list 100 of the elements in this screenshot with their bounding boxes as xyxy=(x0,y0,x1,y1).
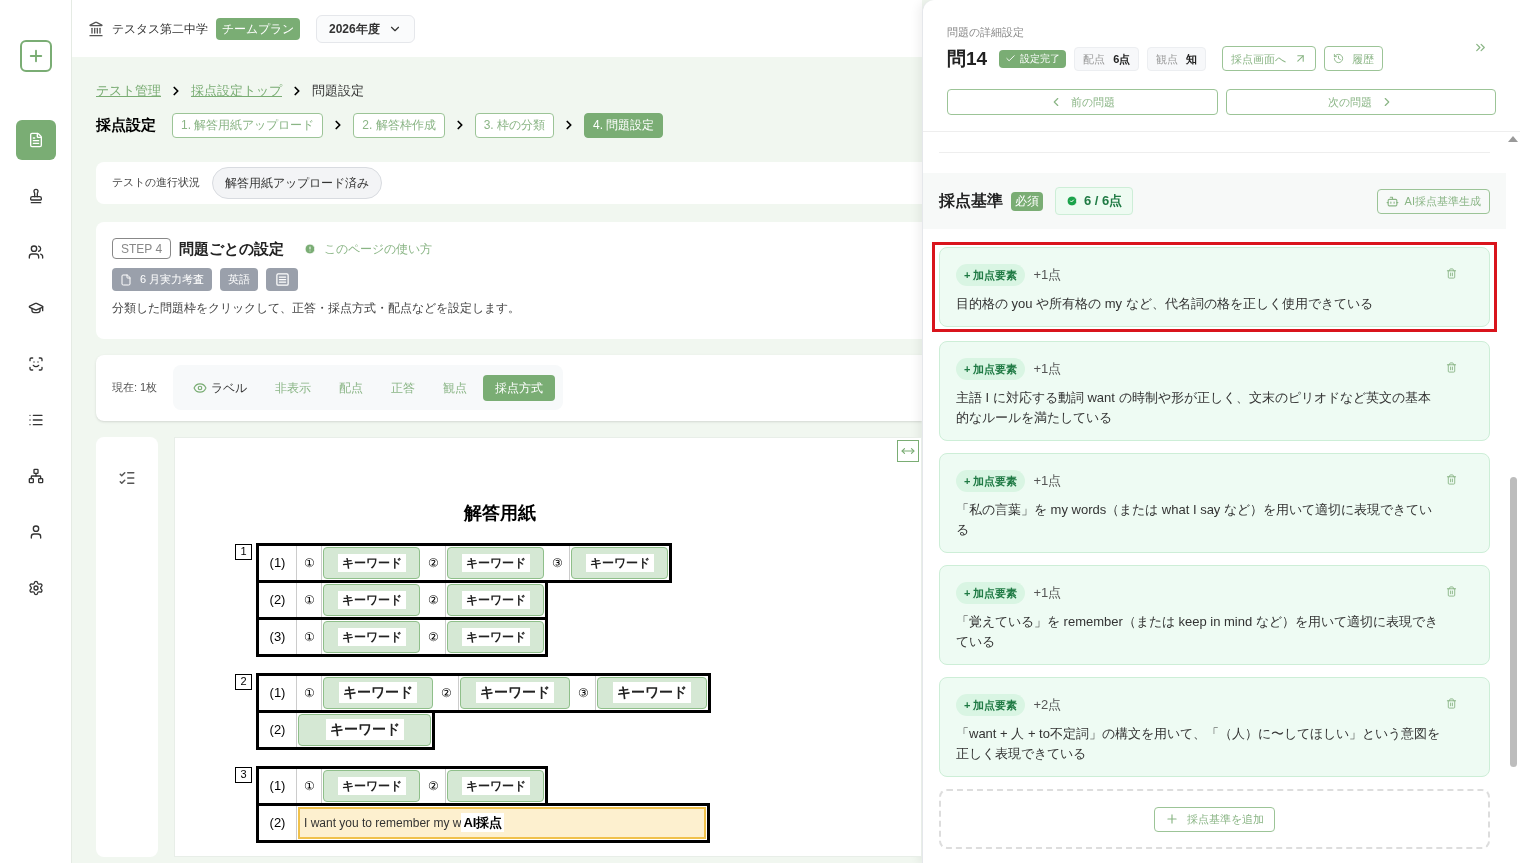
criterion-text: 「覚えている」を remember（または keep in mind など）を用いて適切に表現できている xyxy=(956,613,1439,651)
criterion-points: +2点 xyxy=(1033,696,1062,715)
school-name: テスタス第二中学 xyxy=(112,20,208,38)
keyword-label: キーワード xyxy=(339,682,417,703)
keyword-cell[interactable]: キーワード xyxy=(571,546,668,579)
delete-button[interactable] xyxy=(1446,586,1457,597)
criteria-title: 採点基準 xyxy=(939,191,1003,211)
chip-value: 知 xyxy=(1186,51,1198,67)
keyword-label: キーワード xyxy=(585,553,654,572)
criterion-text: 「私の言葉」を my words（または what I say など）を用いて適切に表現できている xyxy=(956,501,1433,539)
required-badge: 必須 xyxy=(1011,191,1043,211)
keyword-cell[interactable]: キーワード xyxy=(447,583,544,616)
step-title: 問題ごとの設定 xyxy=(179,238,285,259)
sheet-view-button[interactable] xyxy=(266,268,299,291)
delete-button[interactable] xyxy=(1446,362,1457,373)
status-badge: 設定完了 xyxy=(999,49,1067,68)
chip-label: 配点 xyxy=(1083,51,1106,67)
delete-button[interactable] xyxy=(1446,268,1457,279)
criterion-card[interactable]: + 加点要素 +2点 「want + 人 + to不定詞」の構文を用いて、「（人）に〜してほしい」という意図を正しく表現できている xyxy=(939,677,1490,777)
school-icon xyxy=(88,20,104,37)
criterion-tag: + 加点要素 xyxy=(956,264,1026,286)
keyword-label: キーワード xyxy=(461,553,530,572)
keyword-label: キーワード xyxy=(461,590,530,609)
page-title: 採点設定 xyxy=(96,114,156,135)
criterion-points: +1点 xyxy=(1033,584,1062,603)
criterion-card[interactable]: + 加点要素 +1点 主語 I に対応する動詞 want の時制や形が正しく、文末のピリオドなど英文の基本的なルールを満たしている xyxy=(939,341,1490,441)
keyword-label: キーワード xyxy=(476,682,554,703)
new-button[interactable] xyxy=(19,40,52,72)
label-toggle[interactable]: ラベル xyxy=(181,374,260,401)
keyword-label: キーワード xyxy=(613,682,691,703)
criterion-card[interactable]: + 加点要素 +1点 「私の言葉」を my words（または what I say など）を用いて適切に表現できている xyxy=(939,453,1490,553)
history-icon xyxy=(1333,53,1345,65)
step-label: STEP 4 xyxy=(112,238,172,260)
keyword-cell[interactable]: キーワード xyxy=(323,676,433,709)
keyword-cell[interactable]: キーワード xyxy=(597,676,707,709)
chip-value: 6点 xyxy=(1113,51,1131,67)
criterion-text: 「want + 人 + to不定詞」の構文を用いて、「（人）に〜してほしい」という意図を正しく表現できている xyxy=(956,725,1441,763)
delete-button[interactable] xyxy=(1446,474,1457,485)
section-number: 2 xyxy=(235,673,252,690)
answer-text: I want you to remember my w xyxy=(304,814,462,832)
section-number: 3 xyxy=(235,766,252,783)
criterion-tag: + 加点要素 xyxy=(956,470,1026,492)
keyword-cell[interactable]: キーワード xyxy=(447,546,544,579)
breadcrumb-current: 問題設定 xyxy=(312,82,364,100)
chip-label: 観点 xyxy=(1156,51,1179,67)
criterion-card[interactable]: + 加点要素 +1点 「覚えている」を remember（または keep in mind など）を用いて適切に表現できている xyxy=(939,565,1490,665)
fit-width-button[interactable] xyxy=(897,439,919,462)
criterion-tag: + 加点要素 xyxy=(956,582,1026,604)
row-label: (3) xyxy=(259,619,297,654)
criterion-points: +1点 xyxy=(1033,472,1062,491)
scroll-thumb[interactable] xyxy=(1509,477,1517,767)
ai-grading-label: AI採点 xyxy=(461,812,505,833)
question-title: 問14 xyxy=(947,46,988,71)
keyword-label: キーワード xyxy=(337,776,406,795)
settings-icon xyxy=(27,580,44,596)
criterion-tag: + 加点要素 xyxy=(956,694,1026,716)
keyword-cell[interactable]: キーワード xyxy=(323,769,420,802)
criterion-card[interactable]: + 加点要素 +1点 目的格の you や所有格の my など、代名詞の格を正しく使用できている xyxy=(932,242,1497,332)
row-label: (2) xyxy=(259,712,297,747)
tag-label: 英語 xyxy=(228,272,251,288)
list-icon xyxy=(27,412,44,428)
trash-icon xyxy=(1446,362,1457,373)
plus-icon xyxy=(1165,812,1179,826)
answer-cell[interactable]: I want you to remember my w AI採点 xyxy=(298,806,706,839)
keyword-cell[interactable]: キーワード xyxy=(323,546,420,579)
panel-caption: 問題の詳細設定 xyxy=(947,25,1025,40)
criterion-tag: + 加点要素 xyxy=(956,358,1026,380)
document-lines-icon xyxy=(274,272,290,287)
keyword-cell[interactable]: キーワード xyxy=(298,713,431,746)
delete-button[interactable] xyxy=(1446,698,1457,709)
keyword-cell[interactable]: キーワード xyxy=(323,620,420,653)
keyword-cell[interactable]: キーワード xyxy=(447,769,544,802)
scroll-up-icon xyxy=(1508,136,1518,142)
graduation-cap-icon xyxy=(27,300,44,316)
criterion-points: +1点 xyxy=(1033,360,1062,379)
keyword-label: キーワード xyxy=(337,627,406,646)
keyword-cell[interactable]: キーワード xyxy=(323,583,420,616)
status-pill: 解答用紙アップロード済み xyxy=(212,166,382,199)
current-sheet: 現在: 1枚 xyxy=(112,380,158,396)
face-scan-icon xyxy=(27,356,44,372)
year-select[interactable]: 2026年度 xyxy=(316,14,415,43)
tag-label: 6 月実力考査 xyxy=(140,272,205,288)
eye-icon xyxy=(193,380,208,395)
keyword-cell[interactable]: キーワード xyxy=(460,676,570,709)
keyword-label: キーワード xyxy=(337,590,406,609)
network-icon xyxy=(27,468,44,484)
section-number: 1 xyxy=(235,543,252,560)
info-icon xyxy=(304,242,317,255)
row-label: (1) xyxy=(259,545,297,580)
row-label: (1) xyxy=(259,675,297,710)
row-label: (2) xyxy=(259,805,297,840)
row-label: (2) xyxy=(259,582,297,617)
plan-badge: チームプラン xyxy=(216,17,300,40)
check-circle-icon xyxy=(1066,195,1078,207)
trash-icon xyxy=(1446,586,1457,597)
keyword-label: キーワード xyxy=(337,553,406,572)
progress-label: テストの進行状況 xyxy=(112,175,200,191)
row-label: (1) xyxy=(259,768,297,803)
keyword-label: キーワード xyxy=(461,627,530,646)
keyword-cell[interactable]: キーワード xyxy=(447,620,544,653)
